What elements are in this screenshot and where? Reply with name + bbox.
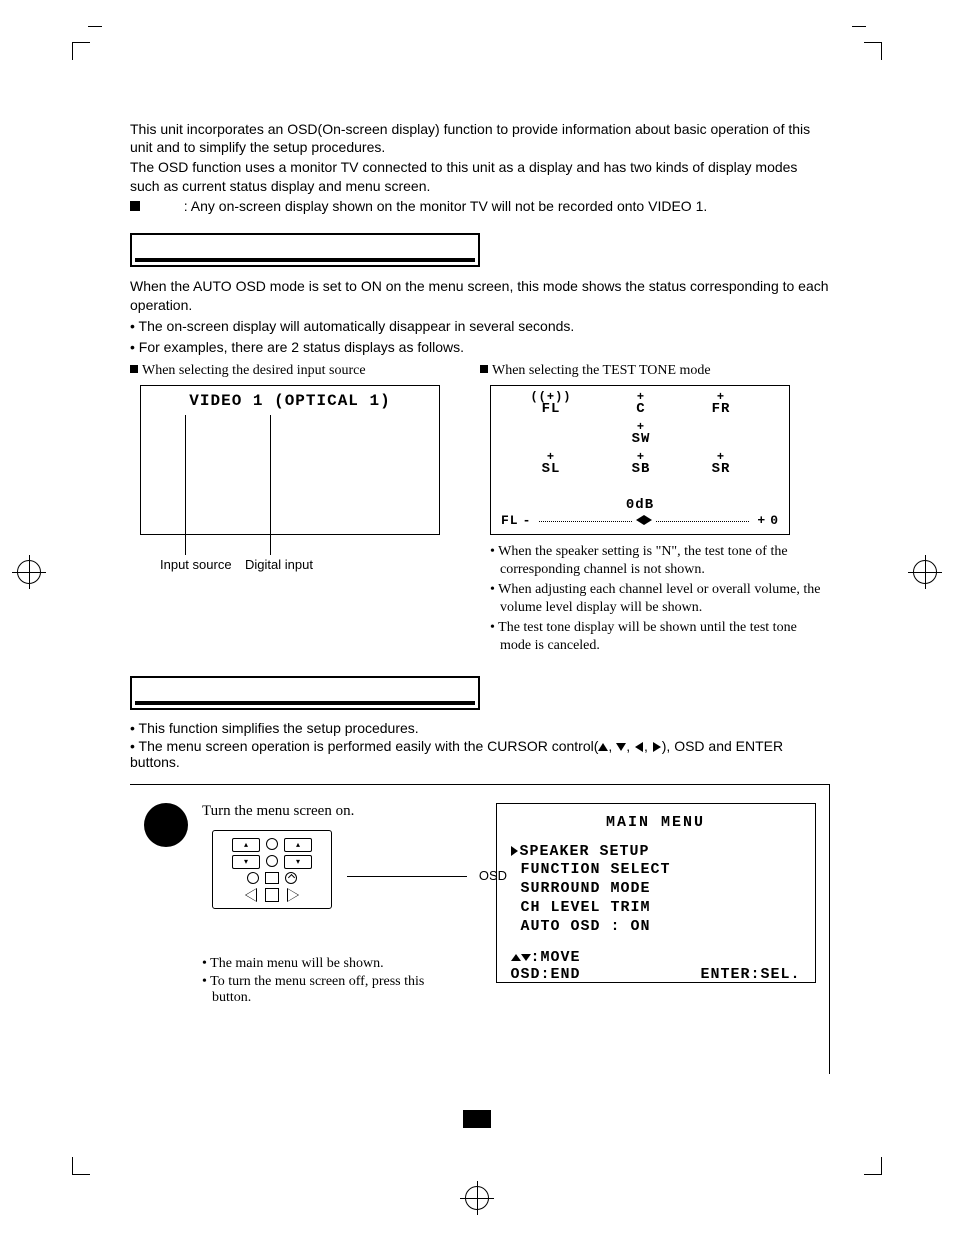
menu-item: AUTO OSD : ON bbox=[511, 918, 801, 937]
intro-p2: The OSD function uses a monitor TV conne… bbox=[130, 158, 830, 194]
registration-mark bbox=[12, 555, 46, 589]
menu-footer-right: ENTER:SEL. bbox=[700, 966, 800, 983]
tt-level-bar: 0dB FL - + 0 bbox=[491, 497, 789, 528]
menu-item: CH LEVEL TRIM bbox=[511, 899, 801, 918]
cursor-right-icon bbox=[653, 742, 661, 752]
intro-block: This unit incorporates an OSD(On-screen … bbox=[130, 120, 830, 215]
menu-intro-p1: • This function simplifies the setup pro… bbox=[130, 720, 830, 736]
tt-speaker-sr: +SR bbox=[691, 452, 751, 477]
plus-sign: + bbox=[757, 513, 766, 528]
callout-label: Input source bbox=[160, 557, 232, 572]
osd-callout-line: OSD bbox=[347, 876, 467, 877]
square-bullet-icon bbox=[130, 365, 138, 373]
step-number-icon bbox=[144, 803, 188, 847]
status-p3: • For examples, there are 2 status displ… bbox=[130, 338, 830, 357]
main-menu-osd: MAIN MENU SPEAKER SETUP FUNCTION SELECT … bbox=[496, 803, 816, 983]
testtone-notes: When the speaker setting is "N", the tes… bbox=[490, 543, 830, 656]
left-column: When selecting the desired input source … bbox=[130, 363, 480, 658]
menu-intro: • This function simplifies the setup pro… bbox=[130, 720, 830, 770]
cursor-up-icon bbox=[598, 743, 608, 751]
tt-channel-label: FL bbox=[501, 513, 519, 528]
tt-speaker-fl: ((+))FL bbox=[521, 392, 581, 417]
crop-mark bbox=[72, 42, 90, 60]
status-description: When the AUTO OSD mode is set to ON on t… bbox=[130, 277, 830, 357]
cursor-marker-icon bbox=[511, 846, 518, 856]
registration-mark bbox=[460, 1181, 494, 1215]
tt-speaker-fr: +FR bbox=[691, 392, 751, 417]
osd-display-testtone: ((+))FL +C +FR +SW +SL +SB +SR 0dB FL - bbox=[490, 385, 790, 535]
right-heading: When selecting the TEST TONE mode bbox=[480, 363, 830, 379]
menu-step-block: Turn the menu screen on. ▴▴ ▾▾ bbox=[130, 784, 830, 1074]
remote-illustration: ▴▴ ▾▾ bbox=[212, 830, 332, 909]
main-menu-title: MAIN MENU bbox=[511, 814, 801, 831]
page-number bbox=[0, 1110, 954, 1131]
menu-item: SURROUND MODE bbox=[511, 880, 801, 899]
intro-p1: This unit incorporates an OSD(On-screen … bbox=[130, 120, 830, 156]
cursor-left-icon bbox=[635, 742, 643, 752]
menu-footer-left: :MOVE OSD:END bbox=[511, 950, 581, 983]
tt-speaker-sl: +SL bbox=[521, 452, 581, 477]
status-p2: • The on-screen display will automatical… bbox=[130, 317, 830, 336]
down-icon bbox=[521, 954, 531, 961]
intro-note: : Any on-screen display shown on the mon… bbox=[130, 197, 830, 215]
crop-mark bbox=[88, 26, 102, 27]
step-note: The main menu will be shown. bbox=[202, 956, 466, 972]
note-item: When adjusting each channel level or ove… bbox=[490, 581, 830, 617]
note-item: The test tone display will be shown unti… bbox=[490, 619, 830, 655]
crop-mark bbox=[864, 42, 882, 60]
menu-intro-p2: • The menu screen operation is performed… bbox=[130, 738, 830, 770]
square-bullet-icon bbox=[480, 365, 488, 373]
square-bullet-icon bbox=[130, 201, 140, 211]
right-column: When selecting the TEST TONE mode ((+))F… bbox=[480, 363, 830, 658]
left-heading: When selecting the desired input source bbox=[130, 363, 480, 379]
callout-line bbox=[270, 415, 271, 555]
crop-mark bbox=[852, 26, 866, 27]
callout-label: Digital input bbox=[245, 557, 313, 572]
crop-mark bbox=[864, 1157, 882, 1175]
note-item: When the speaker setting is "N", the tes… bbox=[490, 543, 830, 579]
osd-label: OSD bbox=[479, 868, 507, 883]
section-title-status bbox=[130, 233, 480, 267]
tt-speaker-c: +C bbox=[611, 392, 671, 417]
step-title: Turn the menu screen on. bbox=[202, 803, 466, 820]
up-icon bbox=[511, 954, 521, 961]
step-notes: The main menu will be shown. To turn the… bbox=[202, 956, 466, 1006]
minus-sign: - bbox=[523, 513, 532, 528]
menu-item: SPEAKER SETUP bbox=[511, 843, 801, 862]
arrow-left-icon bbox=[636, 515, 644, 525]
osd-text-line: VIDEO 1 (OPTICAL 1) bbox=[141, 392, 439, 410]
menu-item: FUNCTION SELECT bbox=[511, 861, 801, 880]
callout-line bbox=[185, 415, 186, 555]
tt-speaker-sb: +SB bbox=[611, 452, 671, 477]
cursor-down-icon bbox=[616, 743, 626, 751]
tt-speaker-sw: +SW bbox=[611, 422, 671, 447]
arrow-right-icon bbox=[644, 515, 652, 525]
tt-value: 0 bbox=[770, 513, 779, 528]
crop-mark bbox=[72, 1157, 90, 1175]
page-content: This unit incorporates an OSD(On-screen … bbox=[130, 120, 830, 1074]
status-p1: When the AUTO OSD mode is set to ON on t… bbox=[130, 277, 830, 315]
registration-mark bbox=[908, 555, 942, 589]
section-title-menu bbox=[130, 676, 480, 710]
step-note: To turn the menu screen off, press this … bbox=[202, 974, 466, 1006]
